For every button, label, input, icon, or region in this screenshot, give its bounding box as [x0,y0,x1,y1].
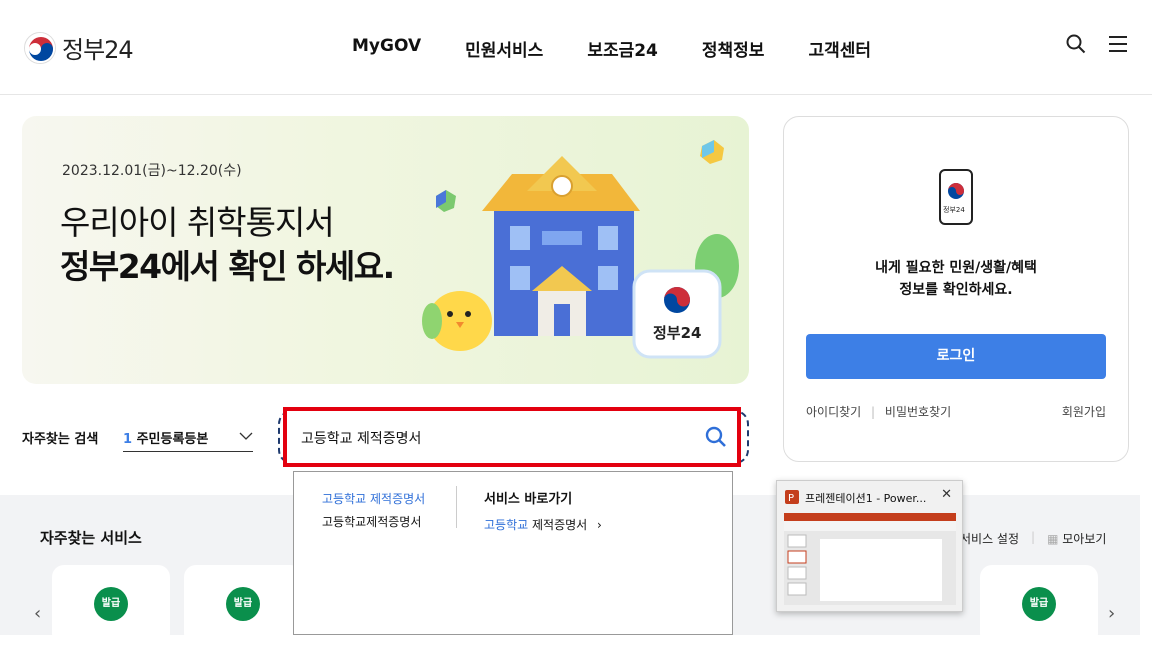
search-input[interactable] [301,425,681,451]
join-link[interactable]: 회원가입 [1062,403,1106,420]
nav-policy[interactable]: 정책정보 [680,36,787,61]
login-message: 내게 필요한 민원/생활/혜택 정보를 확인하세요. [784,257,1128,301]
banner-badge-text: 정부24 [653,324,702,342]
issue-badge: 발급 [1022,587,1056,621]
close-icon[interactable]: ✕ [941,487,952,502]
nav-mygov[interactable]: MyGOV [330,36,443,61]
search-box [283,407,741,467]
issue-badge: 발급 [226,587,260,621]
suggestion-item[interactable]: 고등학교제적증명서 [322,511,425,534]
suggestion-list: 고등학교 제적증명서 고등학교제적증명서 [322,488,425,534]
site-logo[interactable]: 정부24 [24,30,134,65]
banner-title-line1: 우리아이 취학통지서 [60,203,335,242]
powerpoint-icon: P [785,490,799,504]
login-panel: 정부24 내게 필요한 민원/생활/혜택 정보를 확인하세요. 로그인 아이디찾… [783,116,1129,462]
nav-subsidy[interactable]: 보조금24 [565,36,680,61]
nav-civil-service[interactable]: 민원서비스 [443,36,565,61]
site-header: 정부24 MyGOV 민원서비스 보조금24 정책정보 고객센터 [0,0,1152,95]
shortcut-text: 제적증명서 [528,518,588,532]
carousel-next-icon[interactable]: › [1108,603,1115,624]
menu-icon[interactable] [1108,35,1128,53]
service-settings-link[interactable]: 서비스 설정 [960,530,1019,547]
find-password-link[interactable]: 비밀번호찾기 [885,405,951,419]
services-title: 자주찾는 서비스 [40,529,142,547]
logo-text: 정부24 [62,36,134,64]
carousel-prev-icon[interactable]: ‹ [34,603,41,624]
search-icon[interactable] [1066,34,1086,54]
suggestion-highlight: 고등학교 [322,492,367,506]
suggestion-item[interactable]: 고등학교 제적증명서 [322,488,425,511]
login-message-line2: 정보를 확인하세요. [899,282,1013,298]
find-id-link[interactable]: 아이디찾기 [806,405,861,419]
login-links: 아이디찾기 | 비밀번호찾기 [806,405,952,419]
search-icon[interactable] [705,426,727,448]
svg-text:P: P [788,493,794,504]
main-nav: MyGOV 민원서비스 보조금24 정책정보 고객센터 [330,36,893,61]
banner-date: 2023.12.01(금)~12.20(수) [62,163,242,179]
favorite-search-select[interactable]: 1 주민등록등본 [123,428,253,452]
taskbar-preview[interactable]: P 프레젠테이션1 - Power... ✕ [776,480,963,612]
dropdown-divider [456,486,457,528]
suggestion-text: 제적증명서 [366,492,426,506]
service-card[interactable]: 발급 [52,565,170,645]
favorite-search-label: 자주찾는 검색 [22,432,99,447]
shortcut-link[interactable]: 고등학교 제적증명서 › [484,516,602,533]
login-message-line1: 내게 필요한 민원/생활/혜택 [875,260,1037,276]
preview-title: 프레젠테이션1 - Power... [805,492,927,505]
chevron-right-icon: › [597,518,602,532]
service-card[interactable]: 발급 [184,565,302,645]
favorite-rank: 1 [123,432,133,447]
phone-icon: 정부24 [939,169,973,225]
view-all-link[interactable]: ▦ 모아보기 [1047,530,1106,547]
login-button[interactable]: 로그인 [806,334,1106,379]
service-card[interactable]: 발급 [980,565,1098,645]
grid-icon: ▦ [1047,532,1059,546]
header-icons [1066,34,1128,54]
services-options: 서비스 설정 | ▦ 모아보기 [960,530,1107,547]
autocomplete-dropdown: 고등학교 제적증명서 고등학교제적증명서 서비스 바로가기 고등학교 제적증명서… [293,471,733,635]
favorite-selected: 주민등록등본 [136,432,209,447]
phone-label: 정부24 [943,206,965,214]
taegeuk-logo-icon [24,31,56,64]
banner-title-line2: 정부24에서 확인 하세요. [60,247,395,286]
promo-banner[interactable]: 2023.12.01(금)~12.20(수) 우리아이 취학통지서 정부24에서… [22,116,749,384]
view-all-label: 모아보기 [1062,532,1107,546]
nav-customer-center[interactable]: 고객센터 [786,36,893,61]
chevron-down-icon [239,432,253,440]
suggestion-text: 고등학교제적증명서 [322,515,422,529]
school-illustration [422,140,739,359]
shortcut-title: 서비스 바로가기 [484,492,573,507]
issue-badge: 발급 [94,587,128,621]
shortcut-highlight: 고등학교 [484,518,529,532]
preview-image [784,513,956,605]
